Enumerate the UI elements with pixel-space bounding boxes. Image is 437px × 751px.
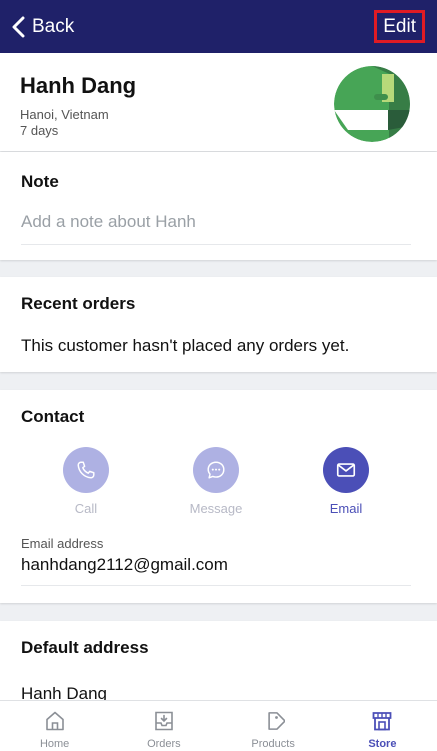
chat-icon <box>207 461 225 479</box>
note-input[interactable] <box>21 212 411 245</box>
customer-profile: Hanh Dang Hanoi, Vietnam 7 days <box>0 53 437 151</box>
nav-bar: Back Edit <box>0 0 437 53</box>
phone-icon <box>77 461 95 479</box>
tab-home[interactable]: Home <box>0 701 109 751</box>
call-button[interactable]: Call <box>21 447 151 516</box>
default-address-title: Default address <box>21 638 149 657</box>
tab-home-label: Home <box>39 738 70 750</box>
message-label: Message <box>189 501 243 516</box>
tab-products[interactable]: Products <box>219 701 328 751</box>
tab-bar: Home Orders Products Store <box>0 700 437 751</box>
email-label: Email <box>329 501 363 516</box>
contact-actions: Call Message Email <box>21 447 417 516</box>
recent-orders-section: Recent orders This customer hasn't place… <box>0 277 437 372</box>
back-button[interactable]: Back <box>10 16 74 38</box>
tab-orders-label: Orders <box>147 738 181 750</box>
contact-title: Contact <box>21 407 85 426</box>
home-icon <box>45 711 64 731</box>
email-circle <box>323 447 369 493</box>
email-address-label: Email address <box>21 536 104 551</box>
back-label: Back <box>32 15 75 37</box>
store-icon <box>372 712 392 731</box>
edit-button[interactable]: Edit <box>374 10 425 43</box>
note-section: Note <box>0 152 437 260</box>
contact-section: Contact Call Message Email Email address… <box>0 390 437 603</box>
recent-orders-title: Recent orders <box>21 294 136 313</box>
default-address-section: Default address Hanh Dang <box>0 621 437 711</box>
email-button[interactable]: Email <box>281 447 411 516</box>
tab-store[interactable]: Store <box>328 701 437 751</box>
tab-orders[interactable]: Orders <box>109 701 218 751</box>
tab-products-label: Products <box>251 738 295 750</box>
message-button[interactable]: Message <box>151 447 281 516</box>
chevron-left-icon <box>12 16 25 37</box>
tab-store-label: Store <box>368 738 397 750</box>
no-orders-message: This customer hasn't placed any orders y… <box>21 336 350 355</box>
call-circle <box>63 447 109 493</box>
call-label: Call <box>74 501 98 516</box>
email-address-value[interactable]: hanhdang2112@gmail.com <box>21 555 411 586</box>
message-circle <box>193 447 239 493</box>
avatar <box>334 66 410 142</box>
orders-icon <box>155 711 173 731</box>
tag-icon <box>268 712 286 730</box>
note-title: Note <box>21 172 59 191</box>
mail-icon <box>336 463 356 477</box>
